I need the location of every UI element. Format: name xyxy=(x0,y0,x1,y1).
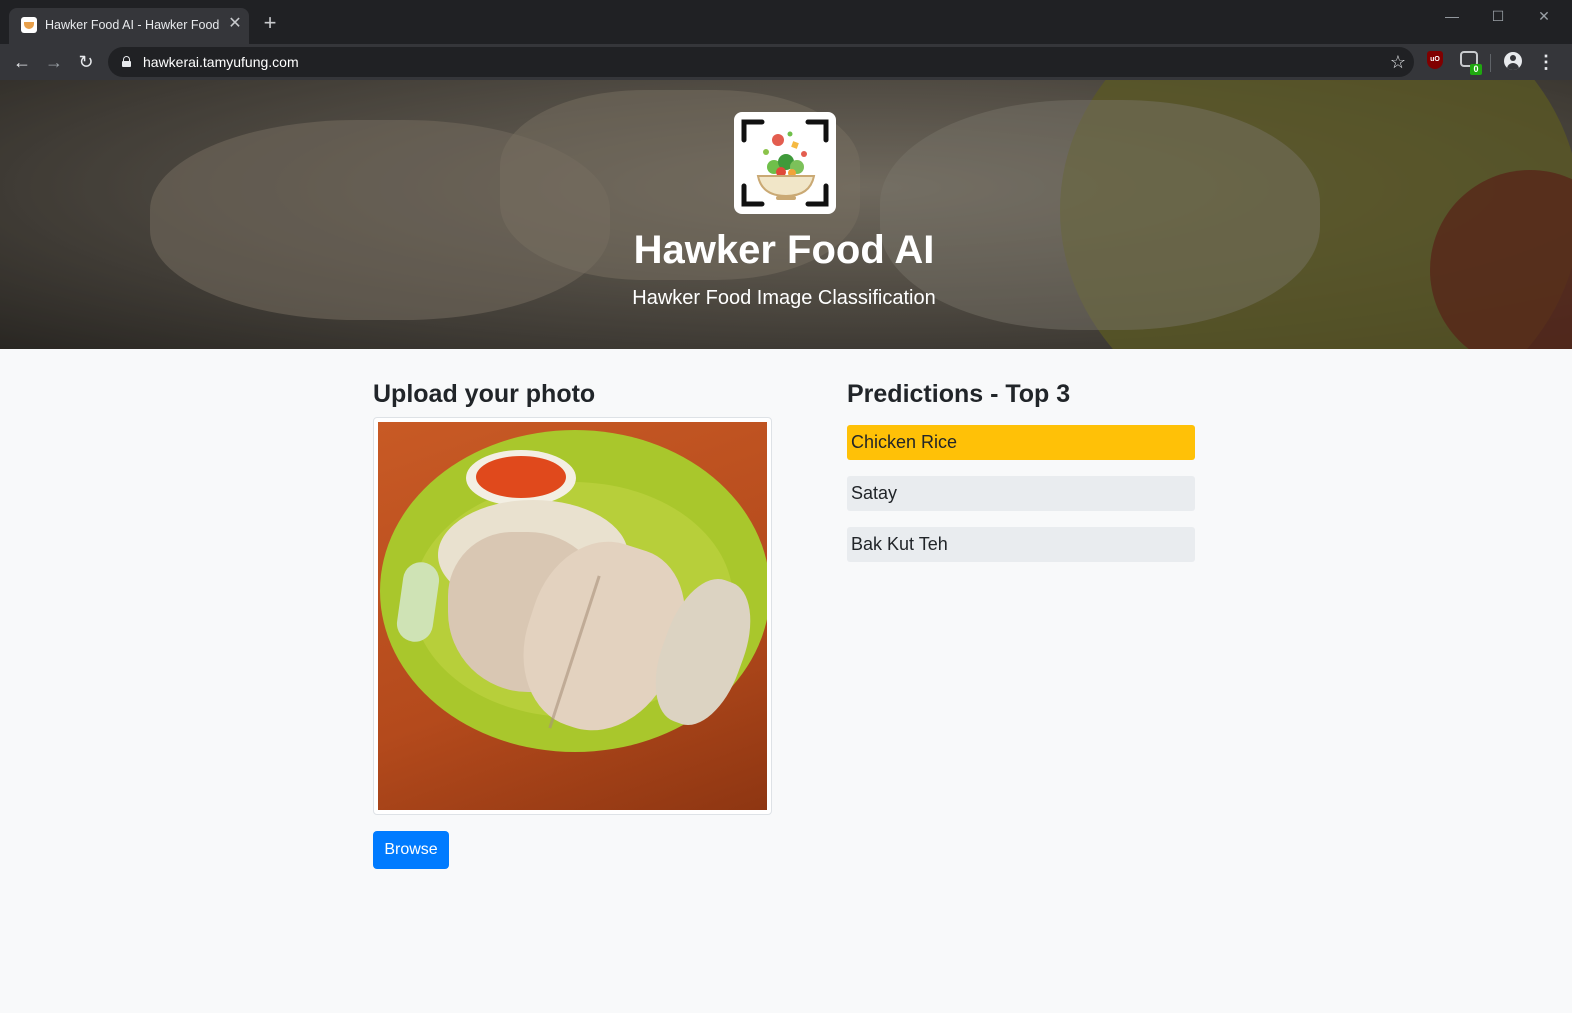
close-tab-icon[interactable]: ✕ xyxy=(225,14,245,34)
page-subtitle: Hawker Food Image Classification xyxy=(632,287,936,309)
upload-heading: Upload your photo xyxy=(373,380,596,408)
favicon-icon xyxy=(21,17,37,33)
ublock-icon[interactable]: uO xyxy=(1427,51,1445,73)
prediction-item-1: Chicken Rice xyxy=(847,425,1195,460)
back-arrow-icon[interactable]: ← xyxy=(10,50,34,74)
browser-chrome: Hawker Food AI - Hawker Food Image Class… xyxy=(0,0,1572,80)
tab-strip: Hawker Food AI - Hawker Food Image Class… xyxy=(0,0,1572,44)
minimize-icon[interactable]: — xyxy=(1429,4,1475,28)
new-tab-icon[interactable]: + xyxy=(258,12,282,36)
reload-icon[interactable]: ↻ xyxy=(74,50,98,74)
prediction-item-3: Bak Kut Teh xyxy=(847,527,1195,562)
profile-icon[interactable] xyxy=(1504,52,1522,70)
close-window-icon[interactable]: ✕ xyxy=(1521,4,1567,28)
page-content: Hawker Food AI Hawker Food Image Classif… xyxy=(0,80,1572,1013)
uploaded-photo xyxy=(378,422,767,810)
hero-banner: Hawker Food AI Hawker Food Image Classif… xyxy=(0,80,1572,349)
lock-icon[interactable] xyxy=(122,56,131,67)
page-title: Hawker Food AI xyxy=(633,228,935,272)
predictions-heading: Predictions - Top 3 xyxy=(847,380,1071,408)
ublock-label: uO xyxy=(1427,51,1443,69)
tab-title: Hawker Food AI - Hawker Food Image Class… xyxy=(45,18,221,32)
forward-arrow-icon[interactable]: → xyxy=(42,50,66,74)
food-scan-logo-icon xyxy=(741,119,829,207)
address-bar[interactable]: hawkerai.tamyufung.com ☆ xyxy=(108,47,1414,77)
browser-tab[interactable]: Hawker Food AI - Hawker Food Image Class… xyxy=(9,8,249,44)
menu-icon[interactable]: ⋮ xyxy=(1536,50,1556,74)
prediction-item-2: Satay xyxy=(847,476,1195,511)
url-text[interactable]: hawkerai.tamyufung.com xyxy=(143,54,299,70)
toolbar-divider xyxy=(1490,54,1491,72)
browser-toolbar: ← → ↻ hawkerai.tamyufung.com ☆ uO ⋮ xyxy=(0,44,1572,80)
browse-button[interactable]: Browse xyxy=(373,831,449,869)
star-icon[interactable]: ☆ xyxy=(1390,50,1406,74)
maximize-icon[interactable]: ☐ xyxy=(1475,4,1521,28)
food-scan-logo xyxy=(734,112,836,214)
photo-thumbnail-frame xyxy=(373,417,772,815)
extension-badge: 0 xyxy=(1470,64,1482,75)
